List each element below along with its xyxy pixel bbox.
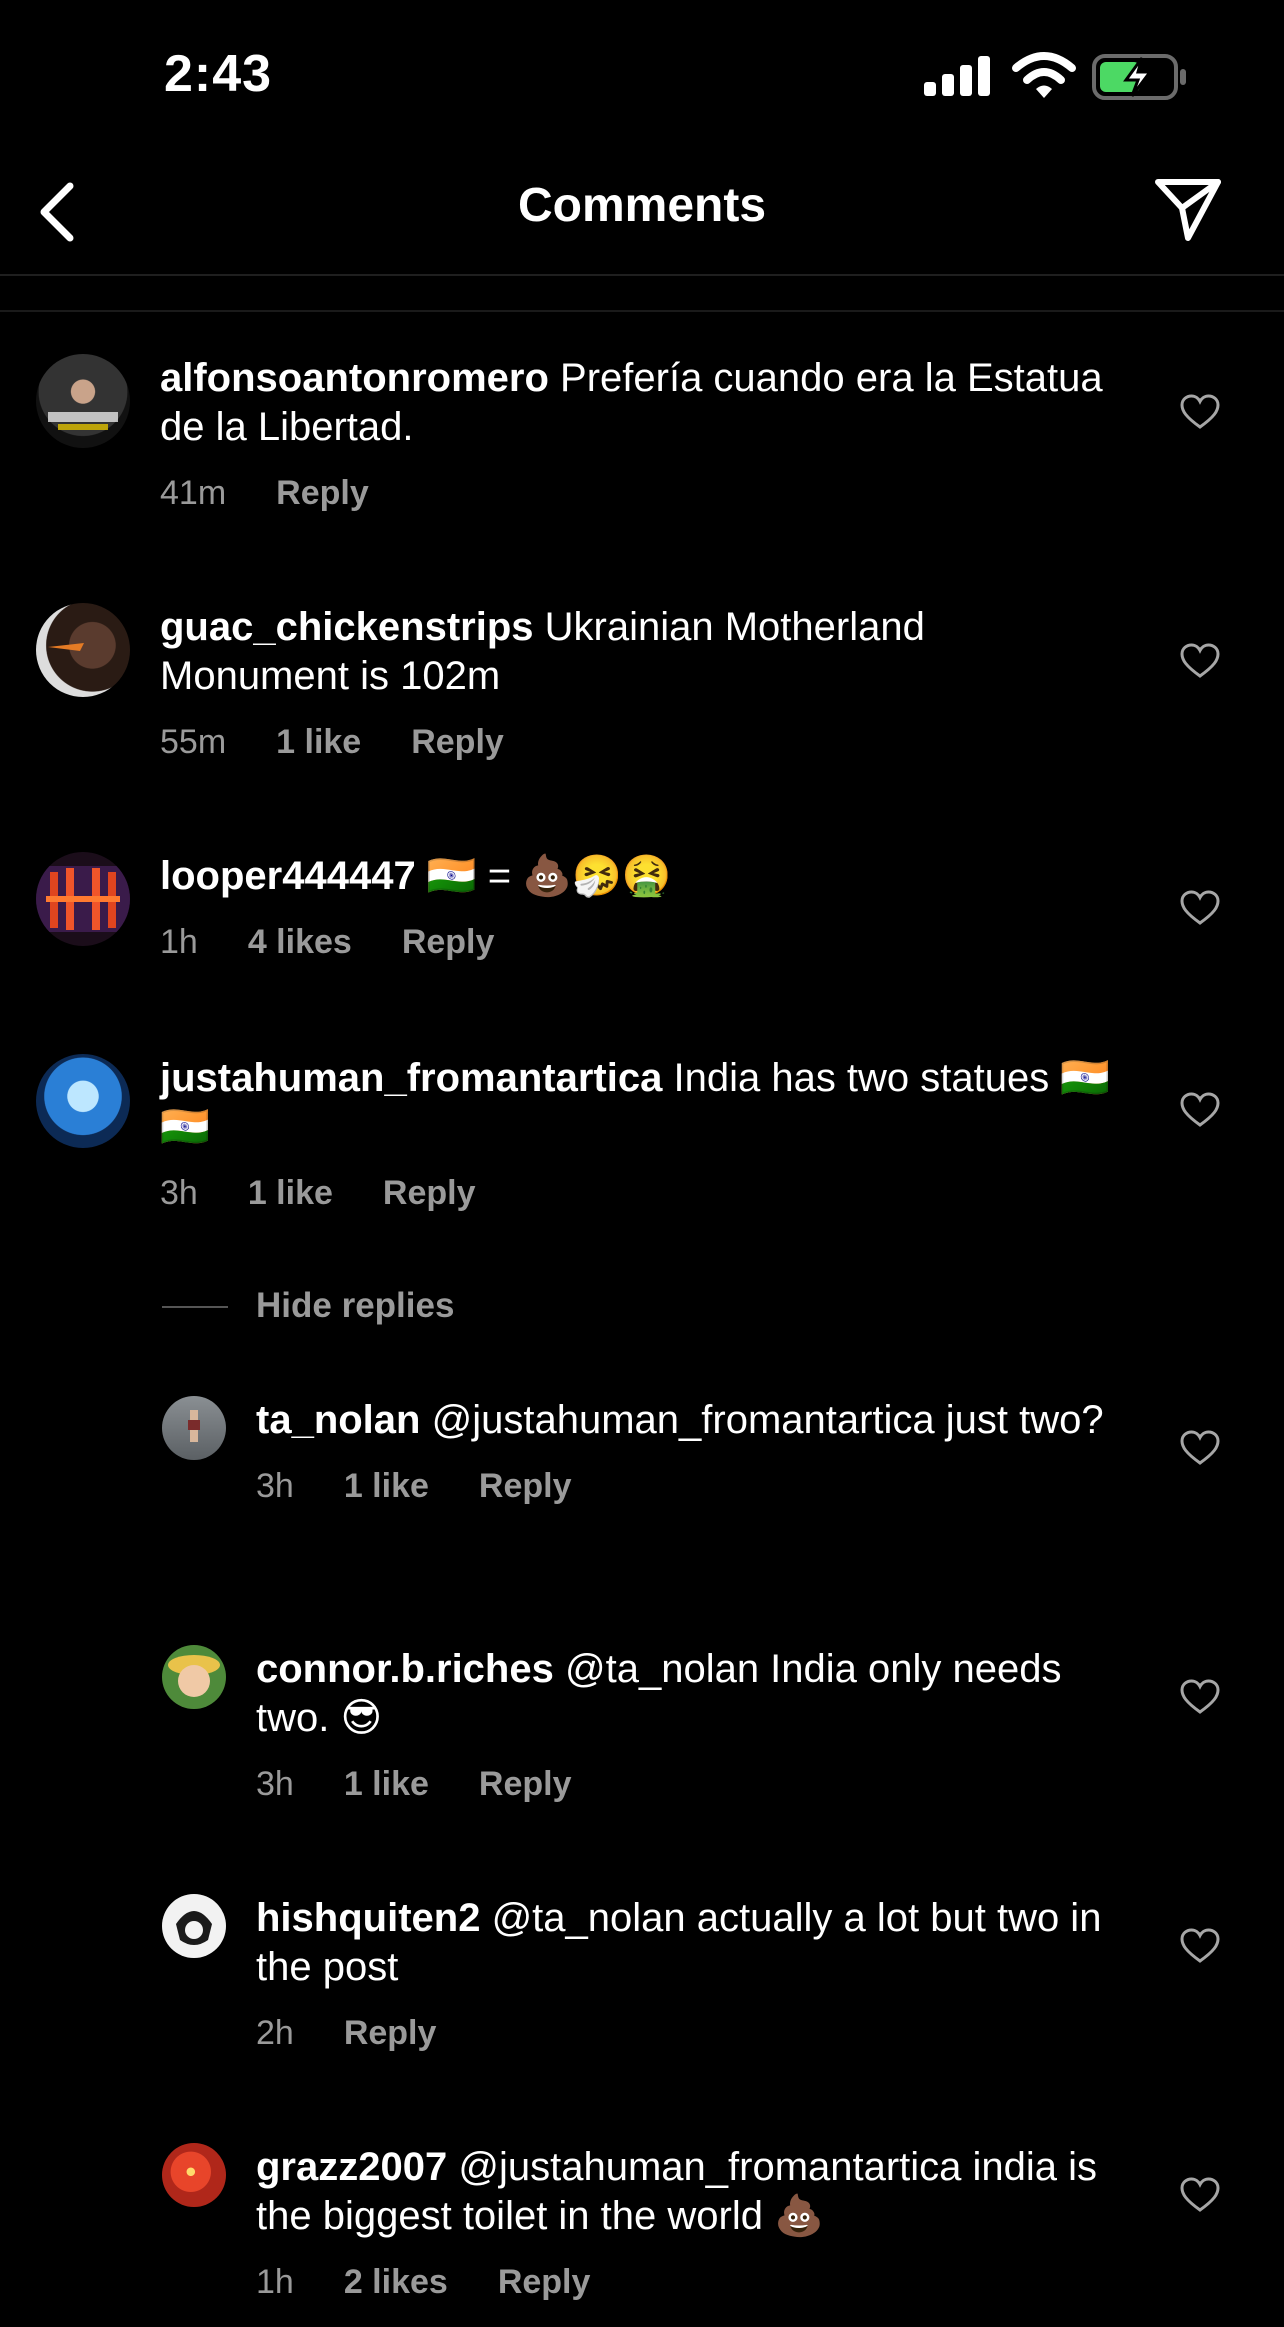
reply-button[interactable]: Reply xyxy=(383,1174,476,1213)
reply-button[interactable]: Reply xyxy=(411,723,504,762)
reply-text-block: connor.b.riches @ta_nolan India only nee… xyxy=(256,1645,1126,1743)
avatar-image xyxy=(188,1410,200,1442)
like-count[interactable]: 1 like xyxy=(276,723,361,762)
reply-meta: 1h 2 likes Reply xyxy=(256,2263,1126,2302)
like-count[interactable]: 2 likes xyxy=(344,2263,448,2302)
comment-text: 🇮🇳 = 💩🤧🤮 xyxy=(426,854,672,898)
reply-text-block: grazz2007 @justahuman_fromantartica indi… xyxy=(256,2143,1126,2241)
reply-body: grazz2007 @justahuman_fromantartica indi… xyxy=(256,2143,1126,2302)
reply-button[interactable]: Reply xyxy=(479,1765,572,1804)
avatar[interactable] xyxy=(162,2143,226,2207)
avatar[interactable] xyxy=(36,852,130,946)
avatar[interactable] xyxy=(162,1894,226,1958)
status-time: 2:43 xyxy=(164,45,273,103)
avatar[interactable] xyxy=(36,1054,130,1148)
comment-text-block: guac_chickenstrips Ukrainian Motherland … xyxy=(160,603,1120,701)
hide-replies-label[interactable]: Hide replies xyxy=(256,1286,454,1326)
heart-icon[interactable] xyxy=(1180,1430,1220,1466)
comment-meta: 3h 1 like Reply xyxy=(160,1174,1120,1213)
avatar-image xyxy=(48,412,118,430)
avatar[interactable] xyxy=(36,603,130,697)
comment-text-block: justahuman_fromantartica India has two s… xyxy=(160,1054,1120,1152)
comment-time: 55m xyxy=(160,723,227,761)
reply-meta: 3h 1 like Reply xyxy=(256,1467,1126,1506)
reply-body: ta_nolan @justahuman_fromantartica just … xyxy=(256,1396,1126,1506)
avatar[interactable] xyxy=(36,354,130,448)
comment-meta: 41m Reply xyxy=(160,474,1120,513)
comment-body: guac_chickenstrips Ukrainian Motherland … xyxy=(160,603,1120,762)
send-icon[interactable] xyxy=(1152,172,1224,244)
reply-time: 3h xyxy=(256,1765,294,1803)
comment-body: justahuman_fromantartica India has two s… xyxy=(160,1054,1120,1213)
avatar[interactable] xyxy=(162,1396,226,1460)
reply-username[interactable]: grazz2007 xyxy=(256,2145,447,2189)
reply-username[interactable]: ta_nolan xyxy=(256,1398,420,1442)
reply-button[interactable]: Reply xyxy=(402,923,495,962)
heart-icon[interactable] xyxy=(1180,1679,1220,1715)
comment-body: alfonsoantonromero Prefería cuando era l… xyxy=(160,354,1120,513)
hide-replies-line xyxy=(162,1306,228,1308)
avatar-image xyxy=(168,1655,220,1697)
wifi-icon xyxy=(1012,52,1076,98)
signal-icon xyxy=(924,56,990,96)
heart-icon[interactable] xyxy=(1180,2177,1220,2213)
reply-text-block: hishquiten2 @ta_nolan actually a lot but… xyxy=(256,1894,1126,1992)
like-count[interactable]: 4 likes xyxy=(248,923,352,962)
navigation-bar: Comments xyxy=(0,150,1284,276)
reply-button[interactable]: Reply xyxy=(276,474,369,513)
reply-button[interactable]: Reply xyxy=(344,2014,437,2053)
reply-body: hishquiten2 @ta_nolan actually a lot but… xyxy=(256,1894,1126,2053)
reply-time: 2h xyxy=(256,2014,294,2052)
heart-icon[interactable] xyxy=(1180,890,1220,926)
comment-username[interactable]: justahuman_fromantartica xyxy=(160,1056,662,1100)
comment-time: 41m xyxy=(160,474,227,512)
comment-body: looper444447 🇮🇳 = 💩🤧🤮 1h 4 likes Reply xyxy=(160,852,1120,962)
reply-button[interactable]: Reply xyxy=(479,1467,572,1506)
comment-time: 1h xyxy=(160,923,198,961)
avatar-image xyxy=(48,643,84,651)
reply-time: 1h xyxy=(256,2263,294,2301)
reply-meta: 2h Reply xyxy=(256,2014,1126,2053)
reply-body: connor.b.riches @ta_nolan India only nee… xyxy=(256,1645,1126,1804)
reply-username[interactable]: connor.b.riches xyxy=(256,1647,554,1691)
comment-meta: 1h 4 likes Reply xyxy=(160,923,1120,962)
status-bar: 2:43 xyxy=(0,0,1284,150)
comment-time: 3h xyxy=(160,1174,198,1212)
comment-text-block: alfonsoantonromero Prefería cuando era l… xyxy=(160,354,1120,452)
divider xyxy=(0,310,1284,312)
like-count[interactable]: 1 like xyxy=(248,1174,333,1213)
page-title: Comments xyxy=(517,179,767,232)
reply-meta: 3h 1 like Reply xyxy=(256,1765,1126,1804)
comment-text-block: looper444447 🇮🇳 = 💩🤧🤮 xyxy=(160,852,1120,901)
battery-charging-icon xyxy=(1092,54,1186,100)
comment-username[interactable]: looper444447 xyxy=(160,854,416,898)
comment-username[interactable]: guac_chickenstrips xyxy=(160,605,534,649)
reply-username[interactable]: hishquiten2 xyxy=(256,1896,480,1940)
heart-icon[interactable] xyxy=(1180,1928,1220,1964)
comment-meta: 55m 1 like Reply xyxy=(160,723,1120,762)
heart-icon[interactable] xyxy=(1180,1092,1220,1128)
reply-button[interactable]: Reply xyxy=(498,2263,591,2302)
heart-icon[interactable] xyxy=(1180,643,1220,679)
reply-time: 3h xyxy=(256,1467,294,1505)
avatar[interactable] xyxy=(162,1645,226,1709)
avatar-image xyxy=(36,866,130,932)
hide-replies-toggle[interactable]: Hide replies xyxy=(162,1286,762,1336)
reply-text-block: ta_nolan @justahuman_fromantartica just … xyxy=(256,1396,1126,1445)
reply-text: @justahuman_fromantartica just two? xyxy=(431,1398,1104,1442)
avatar-image xyxy=(176,1911,212,1945)
like-count[interactable]: 1 like xyxy=(344,1467,429,1506)
comment-username[interactable]: alfonsoantonromero xyxy=(160,356,549,400)
heart-icon[interactable] xyxy=(1180,394,1220,430)
like-count[interactable]: 1 like xyxy=(344,1765,429,1804)
